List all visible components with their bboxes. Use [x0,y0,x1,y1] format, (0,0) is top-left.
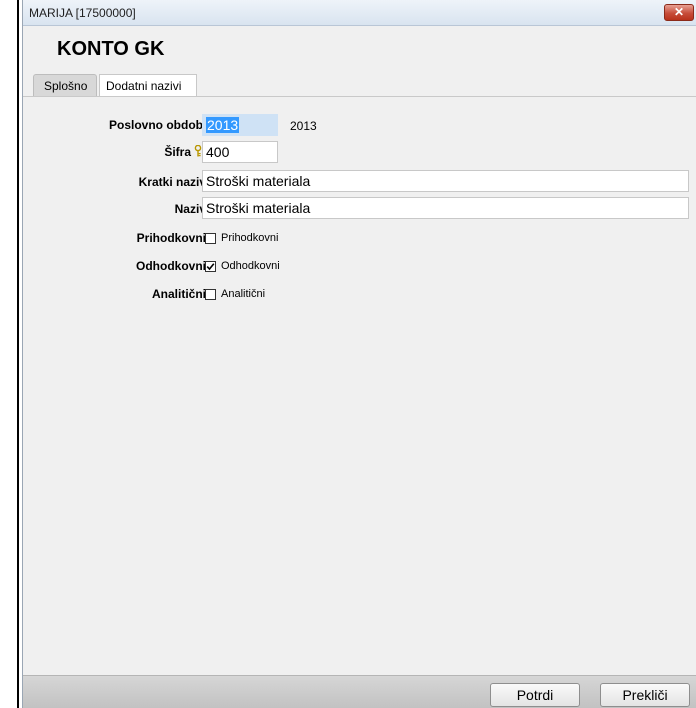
poslovno-obdobje-input[interactable]: 2013 [202,114,278,136]
kratki-naziv-label: Kratki naziv [138,175,206,189]
title-bar[interactable]: MARIJA [17500000] ✕ [23,0,696,26]
analiticni-label: Analitični [151,287,206,301]
checkmark-icon [206,263,215,271]
key-icon [194,145,202,157]
tab-dodatni-nazivi[interactable]: Dodatni nazivi [99,74,197,97]
confirm-button[interactable]: Potrdi [490,683,580,707]
naziv-input[interactable]: Stroški materiala [202,197,689,219]
analiticni-checkbox-label[interactable]: Analitični [221,288,265,300]
odhodkovni-label: Odhodkovni [136,259,206,273]
window-title: MARIJA [17500000] [29,6,136,20]
close-button[interactable]: ✕ [664,4,694,21]
prihodkovni-checkbox-label[interactable]: Prihodkovni [221,232,278,244]
prihodkovni-label: Prihodkovni [136,231,206,245]
odhodkovni-checkbox-label[interactable]: Odhodkovni [221,260,280,272]
poslovno-obdobje-display: 2013 [290,119,317,133]
form-title: KONTO GK [57,38,165,60]
prihodkovni-checkbox[interactable] [205,233,216,244]
poslovno-obdobje-value: 2013 [206,117,240,133]
tab-content-splosno: Poslovno obdobje 2013 2013 Šifra 400 Kra… [23,97,696,675]
button-bar: Potrdi Prekliči [23,675,696,708]
dialog-window: MARIJA [17500000] ✕ KONTO GK Splošno Dod… [22,0,696,708]
poslovno-obdobje-label: Poslovno obdobje [109,118,213,132]
odhodkovni-checkbox[interactable] [205,261,216,272]
cancel-button[interactable]: Prekliči [600,683,690,707]
kratki-naziv-input[interactable]: Stroški materiala [202,170,689,192]
left-divider-line [17,0,19,708]
sifra-input[interactable]: 400 [202,141,278,163]
sifra-label: Šifra [164,145,191,159]
close-icon: ✕ [673,5,685,19]
left-margin-strip [0,0,20,708]
analiticni-checkbox[interactable] [205,289,216,300]
tab-splosno[interactable]: Splošno [33,74,97,97]
